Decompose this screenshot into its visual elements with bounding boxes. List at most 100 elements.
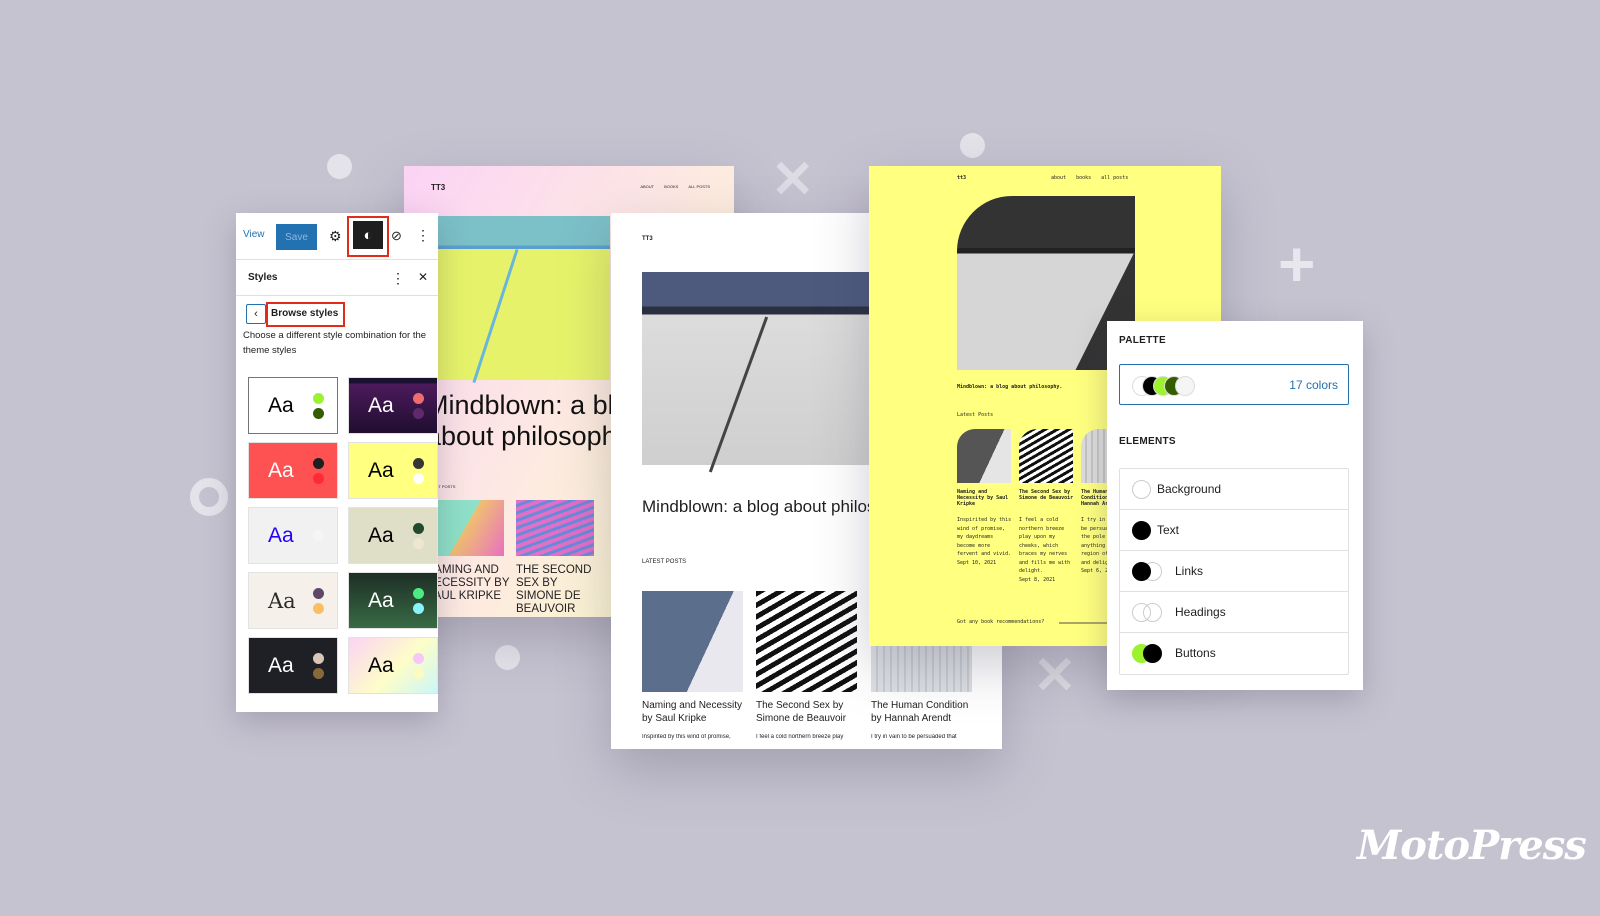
- browse-styles-heading: Browse styles: [271, 308, 339, 319]
- post-date: Sept 10, 2021: [957, 559, 997, 566]
- color-indicator: [1132, 603, 1151, 622]
- typography-sample: Aa: [268, 393, 294, 417]
- latest-posts-label: Latest Posts: [957, 412, 994, 418]
- post-title: The Second Sex by Simone de Beauvoir: [756, 700, 847, 724]
- style-variation-tile[interactable]: Aa: [348, 637, 438, 694]
- color-dot: [313, 652, 324, 664]
- color-dot: [313, 587, 324, 599]
- decor-x-icon: ✕: [1033, 647, 1077, 705]
- view-button[interactable]: View: [243, 229, 265, 240]
- color-dots: [413, 522, 424, 549]
- element-background[interactable]: Background: [1120, 469, 1348, 510]
- browse-styles-description: Choose a different style combination for…: [243, 330, 427, 356]
- site-logo: TT3: [431, 183, 446, 192]
- color-dots: [313, 457, 324, 484]
- color-dot: [413, 667, 424, 679]
- nav-link: all posts: [1101, 175, 1129, 181]
- typography-sample: Aa: [368, 458, 394, 482]
- excerpt-text: Inspirited by this wind of promise, my d…: [957, 517, 1012, 557]
- panel-header: Styles ⋮ ✕: [236, 260, 438, 296]
- decor-dot: [960, 133, 985, 158]
- decor-x-icon: ✕: [771, 151, 815, 209]
- style-variation-tile[interactable]: Aa: [248, 572, 338, 629]
- palette-button[interactable]: 17 colors: [1119, 364, 1349, 405]
- decor-dot: [327, 154, 352, 179]
- color-dots: [413, 392, 424, 419]
- element-label: Buttons: [1175, 646, 1216, 660]
- color-dot: [313, 457, 324, 469]
- typography-sample: Aa: [368, 523, 394, 547]
- contrast-icon: ◐: [363, 226, 373, 244]
- post-excerpt: I feel a cold northern breeze play: [756, 734, 844, 740]
- site-nav: about books all posts: [1051, 175, 1128, 181]
- element-buttons[interactable]: Buttons: [1120, 633, 1348, 674]
- color-dots: [313, 587, 324, 614]
- element-label: Text: [1157, 523, 1180, 537]
- color-dots: [413, 652, 424, 679]
- post-title: Naming and Necessity by Saul Kripke: [642, 700, 743, 724]
- decor-dot: [495, 645, 520, 670]
- style-variation-tile[interactable]: Aa: [348, 442, 438, 499]
- post-thumbnail: [642, 591, 743, 692]
- more-vertical-icon[interactable]: ⋮: [391, 271, 405, 285]
- color-dot: [413, 652, 424, 664]
- styles-sidebar: View Save ⚙ ◐ ⊘ ⋮ Styles ⋮ ✕ ‹ Browse st…: [236, 213, 438, 712]
- post-title: The Second Sex by Simone de Beauvoir: [1019, 489, 1074, 501]
- style-variation-tile[interactable]: Aa: [248, 442, 338, 499]
- style-variation-tile[interactable]: Aa: [348, 572, 438, 629]
- post-thumbnail: [1019, 429, 1073, 483]
- color-dot: [413, 537, 424, 549]
- element-label: Headings: [1175, 605, 1226, 619]
- back-button[interactable]: ‹: [246, 304, 266, 324]
- style-variation-tile[interactable]: Aa: [248, 637, 338, 694]
- post-date: Sept 8, 2021: [1019, 576, 1056, 583]
- style-variation-tile[interactable]: Aa: [248, 507, 338, 564]
- nav-link: ABOUT: [640, 184, 655, 189]
- post-excerpt: Inspirited by this wind of promise, my d…: [957, 516, 1013, 567]
- element-text[interactable]: Text: [1120, 510, 1348, 551]
- compass-icon[interactable]: ⊘: [391, 229, 402, 242]
- decor-plus-icon: +: [1278, 228, 1316, 300]
- element-headings[interactable]: Headings: [1120, 592, 1348, 633]
- close-icon[interactable]: ✕: [418, 271, 428, 283]
- style-variation-tile[interactable]: Aa: [248, 377, 338, 434]
- nav-link: ALL POSTS: [688, 184, 710, 189]
- nav-link: BOOKS: [664, 184, 679, 189]
- color-dots: [313, 530, 324, 541]
- style-variation-tile[interactable]: Aa: [348, 377, 438, 434]
- color-indicator: [1132, 480, 1151, 499]
- color-dot: [313, 407, 324, 419]
- post-excerpt: I feel a cold northern breeze play upon …: [1019, 516, 1075, 584]
- post-thumbnail: [516, 500, 594, 556]
- nav-link: about: [1051, 175, 1067, 181]
- panel-title: Styles: [248, 272, 278, 283]
- more-vertical-icon[interactable]: ⋮: [416, 228, 430, 242]
- typography-sample: Aa: [368, 653, 394, 677]
- typography-sample: Aa: [268, 653, 294, 677]
- post-title: Naming and Necessity by Saul Kripke: [957, 489, 1009, 507]
- site-logo: tt3: [957, 175, 967, 181]
- color-dot: [313, 602, 324, 614]
- gear-icon[interactable]: ⚙: [329, 229, 342, 243]
- latest-posts-label: LATEST POSTS: [642, 559, 687, 565]
- typography-sample: Aa: [268, 458, 294, 482]
- styles-button[interactable]: ◐: [353, 221, 383, 249]
- color-dot: [413, 457, 424, 469]
- color-dot: [413, 407, 424, 419]
- color-dots: [413, 587, 424, 614]
- color-dots: [313, 392, 324, 419]
- style-variation-tile[interactable]: Aa: [348, 507, 438, 564]
- hero-image: [642, 272, 902, 465]
- color-dot: [413, 472, 424, 484]
- site-title: Mindblown: a blog about philosophy.: [957, 384, 1063, 390]
- color-dot: [413, 587, 424, 599]
- decor-ring: [190, 478, 228, 516]
- post-title: NAMING AND NECESSITY BY SAUL KRIPKE: [426, 564, 510, 602]
- typography-sample: Aa: [368, 393, 394, 417]
- color-dot: [313, 530, 324, 541]
- typography-sample: Aa: [268, 523, 294, 547]
- typography-sample: Aa: [268, 588, 296, 613]
- element-links[interactable]: Links: [1120, 551, 1348, 592]
- colors-panel: PALETTE 17 colors ELEMENTS Background Te…: [1107, 321, 1363, 690]
- save-button[interactable]: Save: [276, 224, 317, 250]
